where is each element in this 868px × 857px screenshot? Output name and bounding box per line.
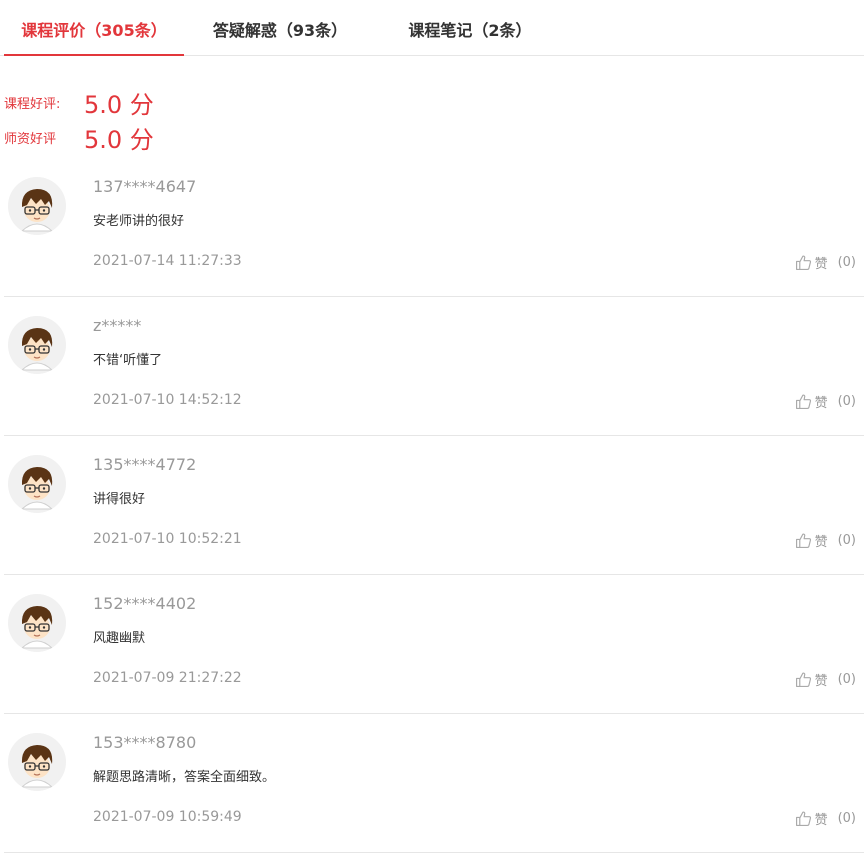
like-button[interactable]: 赞 (0) [795, 253, 856, 272]
thumbs-up-icon [795, 394, 811, 409]
avatar [8, 316, 66, 374]
review-comment: 安老师讲的很好 [93, 214, 185, 229]
like-label: 赞 [814, 257, 828, 272]
teacher-rating-label: 师资好评 [4, 132, 57, 147]
like-count: (0) [837, 672, 856, 687]
review-timestamp: 2021-07-10 14:52:12 [93, 392, 242, 408]
review-username: 137****4647 [93, 177, 197, 196]
review-comment: 解题思路清晰，答案全面细致。 [93, 770, 276, 785]
teacher-rating-value: 5.0 分 [84, 126, 154, 154]
avatar [8, 733, 66, 791]
review-username: z***** [93, 316, 142, 335]
thumbs-up-icon [795, 533, 811, 548]
review-item: 137****4647 安老师讲的很好 2021-07-14 11:27:33 … [4, 157, 864, 297]
review-timestamp: 2021-07-09 21:27:22 [93, 670, 242, 686]
review-comment: 讲得很好 [93, 492, 146, 507]
like-button[interactable]: 赞 (0) [795, 670, 856, 689]
review-username: 152****4402 [93, 594, 197, 613]
review-tabs: 课程评价（305条） 答疑解惑（93条） 课程笔记（2条） [0, 0, 864, 56]
tab-qa[interactable]: 答疑解惑（93条） [200, 0, 360, 55]
review-username: 135****4772 [93, 455, 197, 474]
review-timestamp: 2021-07-14 11:27:33 [93, 253, 242, 269]
like-label: 赞 [814, 396, 828, 411]
like-button[interactable]: 赞 (0) [795, 809, 856, 828]
review-item: 152****4402 风趣幽默 2021-07-09 21:27:22 赞 (… [4, 574, 864, 714]
avatar [8, 177, 66, 235]
like-count: (0) [837, 811, 856, 826]
review-item: 153****8780 解题思路清晰，答案全面细致。 2021-07-09 10… [4, 713, 864, 853]
like-count: (0) [837, 255, 856, 270]
like-label: 赞 [814, 535, 828, 550]
like-label: 赞 [814, 813, 828, 828]
thumbs-up-icon [795, 255, 811, 270]
thumbs-up-icon [795, 672, 811, 687]
review-item: 135****4772 讲得很好 2021-07-10 10:52:21 赞 (… [4, 435, 864, 575]
review-timestamp: 2021-07-09 10:59:49 [93, 809, 242, 825]
review-item: z***** 不错‘听懂了 2021-07-10 14:52:12 赞 (0) [4, 296, 864, 436]
like-button[interactable]: 赞 (0) [795, 531, 856, 550]
course-rating-label: 课程好评: [4, 97, 61, 112]
review-timestamp: 2021-07-10 10:52:21 [93, 531, 242, 547]
like-button[interactable]: 赞 (0) [795, 392, 856, 411]
thumbs-up-icon [795, 811, 811, 826]
review-comment: 不错‘听懂了 [93, 353, 163, 368]
avatar [8, 455, 66, 513]
course-rating-value: 5.0 分 [84, 91, 154, 119]
avatar [8, 594, 66, 652]
like-label: 赞 [814, 674, 828, 689]
review-comment: 风趣幽默 [93, 631, 146, 646]
tab-course-notes[interactable]: 课程笔记（2条） [390, 0, 550, 55]
tab-course-reviews[interactable]: 课程评价（305条） [4, 0, 184, 56]
review-username: 153****8780 [93, 733, 197, 752]
like-count: (0) [837, 533, 856, 548]
like-count: (0) [837, 394, 856, 409]
